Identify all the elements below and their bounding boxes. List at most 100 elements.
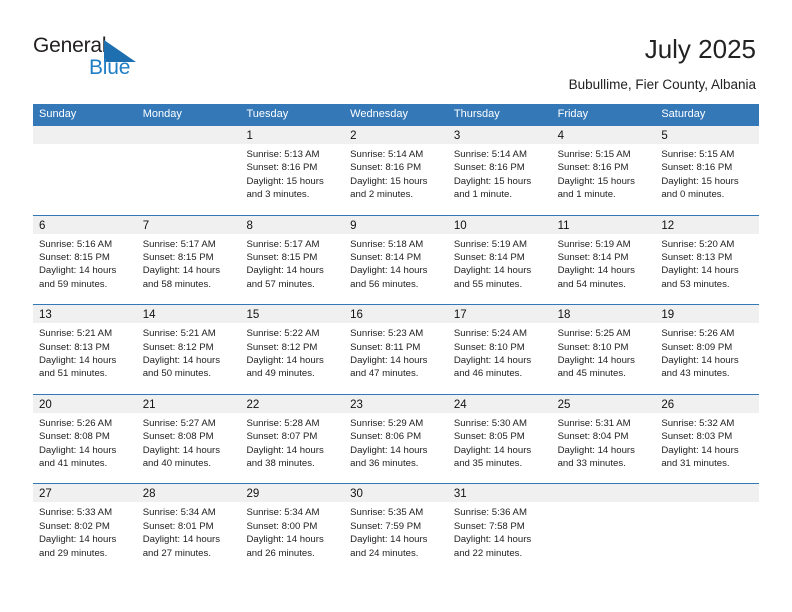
day-cell[interactable]: 30 Sunrise: 5:35 AM Sunset: 7:59 PM Dayl…: [344, 484, 448, 573]
day-details: Sunrise: 5:13 AM Sunset: 8:16 PM Dayligh…: [240, 144, 344, 202]
day-cell[interactable]: 3 Sunrise: 5:14 AM Sunset: 8:16 PM Dayli…: [447, 126, 552, 215]
day-number-band: 22: [240, 394, 345, 413]
sunset-text: Sunset: 7:58 PM: [453, 520, 525, 532]
day-details: Sunrise: 5:26 AM Sunset: 8:09 PM Dayligh…: [655, 323, 759, 381]
day-cell[interactable]: 2 Sunrise: 5:14 AM Sunset: 8:16 PM Dayli…: [344, 126, 448, 215]
day-details: [33, 144, 137, 148]
week-row: 6 Sunrise: 5:16 AM Sunset: 8:15 PM Dayli…: [33, 214, 760, 305]
brand-logo[interactable]: General Blue: [33, 34, 163, 82]
day-details: Sunrise: 5:21 AM Sunset: 8:13 PM Dayligh…: [33, 323, 137, 381]
day-cell[interactable]: 8 Sunrise: 5:17 AM Sunset: 8:15 PM Dayli…: [240, 215, 345, 305]
day-cell[interactable]: 12 Sunrise: 5:20 AM Sunset: 8:13 PM Dayl…: [655, 215, 760, 305]
day-details: Sunrise: 5:20 AM Sunset: 8:13 PM Dayligh…: [655, 234, 759, 292]
sunrise-text: Sunrise: 5:26 AM: [661, 328, 735, 340]
sunset-text: Sunset: 8:16 PM: [661, 162, 733, 174]
day-cell[interactable]: 19 Sunrise: 5:26 AM Sunset: 8:09 PM Dayl…: [655, 305, 760, 394]
day-cell[interactable]: [655, 484, 760, 573]
day-cell[interactable]: [33, 126, 137, 215]
daylight-text-line1: Daylight: 14 hours: [661, 355, 739, 366]
sunrise-text: Sunrise: 5:32 AM: [661, 417, 735, 429]
day-cell[interactable]: 28 Sunrise: 5:34 AM Sunset: 8:01 PM Dayl…: [136, 484, 241, 573]
day-cell[interactable]: 17 Sunrise: 5:24 AM Sunset: 8:10 PM Dayl…: [447, 305, 552, 394]
sunrise-text: Sunrise: 5:27 AM: [142, 417, 216, 429]
day-details: Sunrise: 5:34 AM Sunset: 8:01 PM Dayligh…: [137, 502, 241, 560]
day-cell[interactable]: 10 Sunrise: 5:19 AM Sunset: 8:14 PM Dayl…: [447, 215, 552, 305]
daylight-text-line1: Daylight: 14 hours: [246, 534, 324, 546]
day-number-band: 3: [447, 126, 552, 144]
day-number-band: 9: [344, 215, 448, 234]
sunset-text: Sunset: 8:11 PM: [350, 341, 421, 353]
page-subtitle: Bubullime, Fier County, Albania: [568, 77, 756, 92]
daylight-text-line2: and 27 minutes.: [142, 547, 211, 559]
daylight-text-line1: Daylight: 14 hours: [350, 444, 428, 456]
day-number: 30: [350, 488, 363, 501]
sunrise-text: Sunrise: 5:29 AM: [350, 417, 424, 429]
day-cell[interactable]: 9 Sunrise: 5:18 AM Sunset: 8:14 PM Dayli…: [344, 215, 448, 305]
day-cell[interactable]: 4 Sunrise: 5:15 AM Sunset: 8:16 PM Dayli…: [551, 126, 656, 215]
daylight-text-line2: and 1 minute.: [453, 189, 513, 201]
sunrise-text: Sunrise: 5:16 AM: [39, 238, 113, 250]
daylight-text-line2: and 36 minutes.: [350, 458, 419, 469]
day-cell[interactable]: 27 Sunrise: 5:33 AM Sunset: 8:02 PM Dayl…: [33, 484, 137, 573]
brand-name-general: General: [33, 34, 107, 57]
day-details: Sunrise: 5:24 AM Sunset: 8:10 PM Dayligh…: [448, 323, 552, 381]
daylight-text-line2: and 43 minutes.: [661, 368, 730, 380]
day-cell[interactable]: 14 Sunrise: 5:21 AM Sunset: 8:12 PM Dayl…: [136, 305, 241, 394]
day-number: 11: [557, 219, 570, 232]
day-cell[interactable]: 26 Sunrise: 5:32 AM Sunset: 8:03 PM Dayl…: [655, 394, 760, 484]
sunrise-text: Sunrise: 5:21 AM: [39, 328, 113, 340]
day-cell[interactable]: 1 Sunrise: 5:13 AM Sunset: 8:16 PM Dayli…: [240, 126, 345, 215]
day-cell[interactable]: 13 Sunrise: 5:21 AM Sunset: 8:13 PM Dayl…: [33, 305, 137, 394]
day-cell[interactable]: 20 Sunrise: 5:26 AM Sunset: 8:08 PM Dayl…: [33, 394, 137, 484]
sunset-text: Sunset: 8:14 PM: [350, 252, 422, 263]
day-cell[interactable]: 11 Sunrise: 5:19 AM Sunset: 8:14 PM Dayl…: [551, 215, 656, 305]
brand-name-blue: Blue: [89, 56, 131, 79]
day-number: 16: [350, 309, 363, 322]
day-number-band: 7: [136, 215, 241, 234]
day-cell[interactable]: 5 Sunrise: 5:15 AM Sunset: 8:16 PM Dayli…: [655, 126, 760, 215]
day-cell[interactable]: 22 Sunrise: 5:28 AM Sunset: 8:07 PM Dayl…: [240, 394, 345, 484]
day-details: [137, 144, 241, 148]
daylight-text-line2: and 40 minutes.: [142, 458, 211, 469]
day-cell[interactable]: 23 Sunrise: 5:29 AM Sunset: 8:06 PM Dayl…: [344, 394, 448, 484]
day-number: 24: [453, 398, 467, 411]
day-number-band: 14: [136, 305, 241, 324]
day-cell[interactable]: 7 Sunrise: 5:17 AM Sunset: 8:15 PM Dayli…: [136, 215, 241, 305]
sunset-text: Sunset: 8:12 PM: [142, 341, 214, 353]
day-cell[interactable]: 29 Sunrise: 5:34 AM Sunset: 8:00 PM Dayl…: [240, 484, 345, 573]
daylight-text-line2: and 58 minutes.: [142, 278, 211, 290]
day-cell[interactable]: 31 Sunrise: 5:36 AM Sunset: 7:58 PM Dayl…: [447, 484, 552, 573]
day-cell[interactable]: 25 Sunrise: 5:31 AM Sunset: 8:04 PM Dayl…: [551, 394, 656, 484]
day-number-band: 31: [447, 484, 552, 503]
daylight-text-line1: Daylight: 15 hours: [350, 175, 428, 187]
weekday-friday: Friday: [557, 108, 589, 120]
day-cell[interactable]: 21 Sunrise: 5:27 AM Sunset: 8:08 PM Dayl…: [136, 394, 241, 484]
day-cell[interactable]: 15 Sunrise: 5:22 AM Sunset: 8:12 PM Dayl…: [240, 305, 345, 394]
day-cell[interactable]: 24 Sunrise: 5:30 AM Sunset: 8:05 PM Dayl…: [447, 394, 552, 484]
day-cell[interactable]: 16 Sunrise: 5:23 AM Sunset: 8:11 PM Dayl…: [344, 305, 448, 394]
day-details: Sunrise: 5:23 AM Sunset: 8:11 PM Dayligh…: [344, 323, 448, 381]
daylight-text-line2: and 53 minutes.: [661, 278, 730, 290]
day-number: 15: [246, 309, 260, 322]
day-number: 9: [350, 219, 357, 232]
day-number-band: [33, 126, 137, 144]
daylight-text-line1: Daylight: 15 hours: [557, 175, 635, 187]
sunset-text: Sunset: 8:06 PM: [350, 431, 422, 443]
sunrise-text: Sunrise: 5:15 AM: [557, 149, 631, 160]
day-cell[interactable]: 6 Sunrise: 5:16 AM Sunset: 8:15 PM Dayli…: [33, 215, 137, 305]
daylight-text-line1: Daylight: 14 hours: [350, 265, 428, 277]
sunset-text: Sunset: 8:13 PM: [39, 341, 110, 353]
sunset-text: Sunset: 8:03 PM: [661, 431, 733, 443]
daylight-text-line2: and 38 minutes.: [246, 458, 315, 469]
day-cell[interactable]: [551, 484, 656, 573]
day-cell[interactable]: 18 Sunrise: 5:25 AM Sunset: 8:10 PM Dayl…: [551, 305, 656, 394]
day-cell[interactable]: [136, 126, 241, 215]
day-number: 25: [557, 398, 571, 411]
daylight-text-line1: Daylight: 15 hours: [661, 175, 739, 187]
daylight-text-line1: Daylight: 14 hours: [661, 265, 739, 277]
daylight-text-line2: and 33 minutes.: [557, 458, 626, 469]
sunset-text: Sunset: 8:15 PM: [142, 252, 214, 263]
daylight-text-line2: and 0 minutes.: [661, 189, 725, 201]
day-number-band: 13: [33, 305, 137, 324]
sunrise-text: Sunrise: 5:19 AM: [557, 238, 631, 250]
